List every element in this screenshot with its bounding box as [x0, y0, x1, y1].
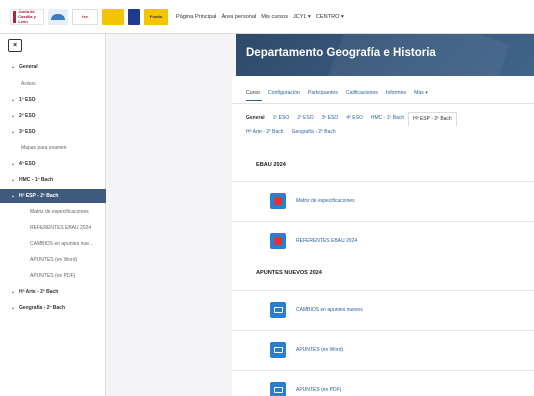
chevron-down-icon: ⌄ [11, 113, 16, 119]
tab-curso[interactable]: Curso [246, 90, 260, 96]
tab-participantes[interactable]: Participantes [308, 90, 338, 96]
tabs-divider [232, 103, 534, 104]
page-title: Departamento Geografía e Historia [246, 47, 436, 59]
chevron-down-icon: ⌄ [11, 64, 16, 70]
nav-link-home[interactable]: Página Principal [176, 14, 216, 20]
sidebar-item-label: Hª Arte - 2º Bach [19, 289, 59, 295]
activity-label[interactable]: APUNTES (en Word) [296, 347, 343, 353]
jcyl-logo[interactable]: Junta de Castilla y León [10, 8, 44, 25]
nav-link-centro[interactable]: CENTRO ▾ [316, 14, 344, 20]
active-tab-indicator [246, 100, 262, 101]
chevron-down-icon: ⌄ [11, 97, 16, 103]
fse-logo: fse [72, 8, 98, 25]
section-title-apuntes: APUNTES NUEVOS 2024 [256, 270, 322, 276]
sidebar-item-cambios[interactable]: CAMBIOS en apuntes nue... [0, 237, 106, 251]
activity-apuntes-word[interactable]: APUNTES (en Word) [232, 330, 534, 369]
activity-cambios[interactable]: CAMBIOS en apuntes nuevos [232, 290, 534, 329]
close-sidebar-button[interactable]: × [8, 39, 22, 52]
sidebar-item-mapas[interactable]: Mapas para examen [0, 141, 106, 155]
activity-label[interactable]: REFERENTES EBAU 2024 [296, 238, 357, 244]
sidebar-item-apuntes-pdf[interactable]: APUNTES (en PDF) [0, 269, 106, 283]
activity-apuntes-pdf[interactable]: APUNTES (en PDF) [232, 370, 534, 396]
cat-tab-general[interactable]: General [246, 112, 269, 126]
sidebar-section-4eso[interactable]: ⌄ 4º ESO [0, 157, 106, 171]
tab-configuracion[interactable]: Configuración [268, 90, 300, 96]
sidebar-section-hesp[interactable]: ⌄ Hª ESP - 2º Bach [0, 189, 106, 203]
chevron-down-icon: ⌄ [11, 161, 16, 167]
sidebar-item-label: 4º ESO [19, 161, 36, 167]
activity-label[interactable]: CAMBIOS en apuntes nuevos [296, 307, 363, 313]
sidebar-section-3eso[interactable]: ⌄ 3º ESO [0, 125, 106, 139]
folder-icon [270, 342, 286, 358]
activity-label[interactable]: APUNTES (en PDF) [296, 387, 341, 393]
course-header-banner: Departamento Geografía e Historia [236, 34, 534, 76]
sidebar-item-label: General [19, 64, 38, 70]
education-logo [48, 8, 68, 25]
sidebar-item-label: 3º ESO [19, 129, 36, 135]
sidebar-item-matriz[interactable]: Matriz de especificaciones [0, 205, 106, 219]
course-content: Curso Configuración Participantes Califi… [232, 76, 534, 396]
cat-tab-harte[interactable]: Hª Arte - 2º Bach [246, 126, 288, 139]
jcyl-logo-text: Junta de Castilla y León [18, 9, 36, 24]
cat-tab-hesp[interactable]: Hª ESP - 2º Bach [408, 112, 457, 126]
sidebar-section-2eso[interactable]: ⌄ 2º ESO [0, 109, 106, 123]
pdf-icon [270, 233, 286, 249]
sidebar-item-label: 2º ESO [19, 113, 36, 119]
activity-matriz[interactable]: Matriz de especificaciones [232, 181, 534, 220]
category-tabs: General 1º ESO 2º ESO 3º ESO 4º ESO HMC … [246, 112, 526, 139]
sidebar-section-harte[interactable]: ⌄ Hª Arte - 2º Bach [0, 285, 106, 299]
cat-tab-3eso[interactable]: 3º ESO [318, 112, 343, 126]
sidebar-item-label: HMC - 1º Bach [19, 177, 54, 183]
tab-mas[interactable]: Más ▾ [414, 90, 428, 96]
sidebar-item-label: 1º ESO [19, 97, 36, 103]
eu-flag-icon [128, 8, 140, 25]
sidebar-item-apuntes-word[interactable]: APUNTES (en Word) [0, 253, 106, 267]
sidebar-section-geografia[interactable]: ⌄ Geografía - 2º Bach [0, 301, 106, 315]
cat-tab-1eso[interactable]: 1º ESO [269, 112, 294, 126]
sidebar-item-label: Geografía - 2º Bach [19, 305, 66, 311]
cat-tab-2eso[interactable]: 2º ESO [293, 112, 318, 126]
section-title-ebau: EBAU 2024 [256, 162, 286, 168]
sidebar-section-general[interactable]: ⌄ General [0, 60, 106, 74]
logo-strip: Junta de Castilla y León fse Fondo [10, 8, 168, 25]
cat-tab-4eso[interactable]: 4º ESO [342, 112, 367, 126]
chevron-down-icon: ⌄ [11, 177, 16, 183]
chevron-down-icon: ⌄ [11, 289, 16, 295]
chevron-down-icon: ⌄ [11, 129, 16, 135]
nav-link-dashboard[interactable]: Área personal [221, 14, 256, 20]
sidebar-item-referentes[interactable]: REFERENTES EBAU 2024 [0, 221, 106, 235]
sidebar-section-1eso[interactable]: ⌄ 1º ESO [0, 93, 106, 107]
chevron-down-icon: ⌄ [11, 305, 16, 311]
sidebar-section-hmc[interactable]: ⌄ HMC - 1º Bach [0, 173, 106, 187]
folder-icon [270, 302, 286, 318]
top-navbar: Junta de Castilla y León fse Fondo Págin… [0, 0, 534, 34]
secondary-nav-tabs: Curso Configuración Participantes Califi… [246, 90, 428, 96]
cat-tab-geografia[interactable]: Geografía - 2º Bach [288, 126, 340, 139]
activity-label[interactable]: Matriz de especificaciones [296, 198, 355, 204]
chevron-down-icon: ⌄ [11, 193, 16, 199]
activity-referentes[interactable]: REFERENTES EBAU 2024 [232, 221, 534, 260]
cat-tab-hmc[interactable]: HMC - 1º Bach [367, 112, 408, 126]
fondo-logo [102, 8, 124, 25]
course-index-sidebar: × ⌄ General Avisos ⌄ 1º ESO ⌄ 2º ESO ⌄ 3º ES… [0, 34, 106, 396]
pdf-icon [270, 193, 286, 209]
sidebar-item-label: Hª ESP - 2º Bach [19, 193, 59, 199]
sidebar-item-avisos[interactable]: Avisos [0, 77, 106, 91]
nav-links: Página Principal Área personal Mis curso… [176, 14, 344, 20]
folder-icon [270, 382, 286, 396]
tab-informes[interactable]: Informes [386, 90, 406, 96]
nav-link-jcyl[interactable]: JCYL ▾ [293, 14, 311, 20]
fondo-logo-2: Fondo [144, 8, 168, 25]
tab-calificaciones[interactable]: Calificaciones [346, 90, 378, 96]
nav-link-my-courses[interactable]: Mis cursos [261, 14, 288, 20]
